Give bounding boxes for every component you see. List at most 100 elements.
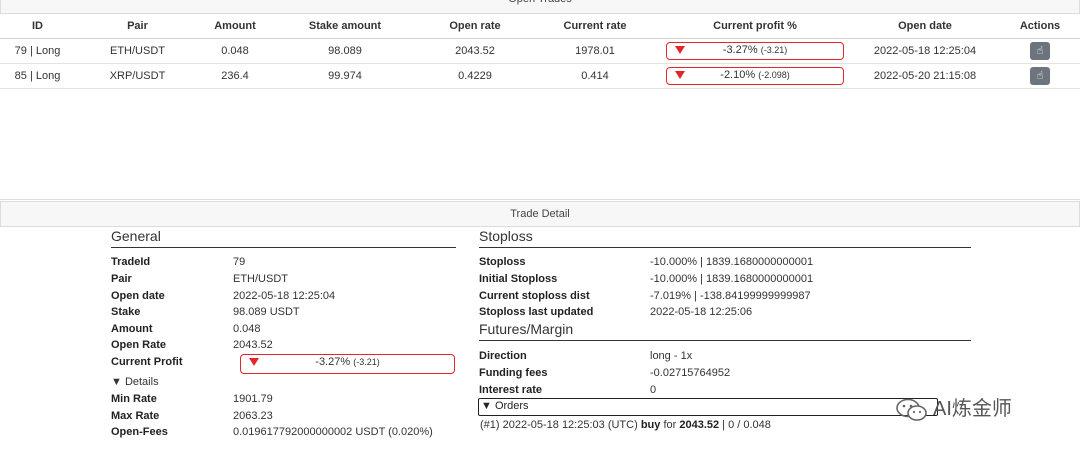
kv-key: Pair <box>111 273 132 285</box>
cell-actions: ☝ <box>1000 38 1080 64</box>
table-header-row: ID Pair Amount Stake amount Open rate Cu… <box>0 14 1080 39</box>
kv-key: Amount <box>111 323 153 335</box>
cell-amount: 236.4 <box>200 63 270 89</box>
cell-stake: 99.974 <box>270 63 420 89</box>
col-actions: Actions <box>1000 14 1080 39</box>
kv-key: Initial Stoploss <box>479 273 558 285</box>
cell-stake: 98.089 <box>270 38 420 64</box>
hand-pointer-icon: ☝ <box>1036 69 1044 82</box>
order-suffix: | 0 / 0.048 <box>722 419 771 431</box>
trade-detail-title: Trade Detail <box>510 208 570 220</box>
kv-value: -10.000% | 1839.1680000000001 <box>650 273 814 285</box>
open-trades-table: ID Pair Amount Stake amount Open rate Cu… <box>0 14 1080 89</box>
trade-detail-header: Trade Detail <box>0 201 1080 227</box>
cell-id: 79 | Long <box>0 38 75 64</box>
kv-value: -0.02715764952 <box>650 367 731 379</box>
kv-value: -10.000% | 1839.1680000000001 <box>650 256 814 268</box>
cell-id: 85 | Long <box>0 63 75 89</box>
watermark-text: AI炼金师 <box>933 398 1012 420</box>
kv-key: Max Rate <box>111 410 160 422</box>
table-row[interactable]: 79 | Long ETH/USDT 0.048 98.089 2043.52 … <box>0 38 1080 64</box>
kv-key: Current Profit <box>111 356 183 368</box>
open-trades-header: Open Trades <box>0 0 1080 14</box>
order-prefix: (#1) 2022-05-18 12:25:03 (UTC) <box>480 419 638 431</box>
col-id[interactable]: ID <box>0 14 75 39</box>
down-triangle-icon <box>249 358 259 366</box>
col-current-rate[interactable]: Current rate <box>530 14 660 39</box>
order-side: buy <box>640 419 661 431</box>
general-title: General <box>111 228 456 248</box>
kv-value: long - 1x <box>650 350 693 362</box>
actions-button[interactable]: ☝ <box>1030 41 1050 60</box>
cell-current-rate: 0.414 <box>530 63 660 89</box>
cell-profit: -3.27% (-3.21) <box>660 38 850 64</box>
kv-key: Stake <box>111 306 141 318</box>
cell-amount: 0.048 <box>200 38 270 64</box>
kv-value: 98.089 USDT <box>233 306 300 318</box>
profit-abs: (-3.21) <box>760 44 788 55</box>
col-open-date[interactable]: Open date <box>850 14 1000 39</box>
cell-profit: -2.10% (-2.098) <box>660 63 850 89</box>
table-row[interactable]: 85 | Long XRP/USDT 236.4 99.974 0.4229 0… <box>0 63 1080 89</box>
kv-value: 79 <box>233 256 246 268</box>
order-for: for <box>663 419 677 431</box>
kv-value: 2063.23 <box>233 410 273 422</box>
kv-key: Open Rate <box>111 339 167 351</box>
current-profit-abs: (-3.21) <box>353 357 380 367</box>
profit-pct: -2.10% <box>720 68 756 81</box>
futures-margin-title: Futures/Margin <box>479 321 971 341</box>
kv-value: 2043.52 <box>233 339 273 351</box>
kv-key: Stoploss <box>479 256 526 268</box>
current-profit-pct: -3.27% <box>315 356 351 368</box>
kv-key: TradeId <box>111 256 151 268</box>
kv-value: 1901.79 <box>233 393 273 405</box>
col-open-rate[interactable]: Open rate <box>420 14 530 39</box>
kv-key: Current stoploss dist <box>479 290 590 302</box>
kv-value: 0.048 <box>233 323 261 335</box>
watermark: AI炼金师 <box>895 392 1012 422</box>
col-amount[interactable]: Amount <box>200 14 270 39</box>
kv-key: Stoploss last updated <box>479 306 594 318</box>
kv-key: Direction <box>479 350 527 362</box>
kv-value: 0.019617792000000002 USDT (0.020%) <box>233 426 433 438</box>
kv-value: ETH/USDT <box>233 273 288 285</box>
kv-key: Min Rate <box>111 393 157 405</box>
trade-detail-panel: Trade Detail General TradeId 79 Pair ETH/U… <box>0 201 1080 457</box>
current-profit-badge: -3.27% (-3.21) <box>240 354 455 374</box>
down-triangle-icon <box>675 45 685 54</box>
wechat-icon <box>896 398 927 421</box>
order-price: 2043.52 <box>679 419 720 431</box>
details-toggle[interactable]: ▼ Details <box>111 376 159 388</box>
cell-open-date: 2022-05-20 21:15:08 <box>850 63 1000 89</box>
cell-actions: ☝ <box>1000 63 1080 89</box>
open-trades-panel: Open Trades ID Pair Amount Stake amount … <box>0 0 1080 200</box>
kv-value: 2022-05-18 12:25:06 <box>650 306 753 318</box>
actions-button[interactable]: ☝ <box>1030 66 1050 85</box>
kv-value: 2022-05-18 12:25:04 <box>233 290 336 302</box>
stoploss-title: Stoploss <box>479 228 971 248</box>
cell-pair: XRP/USDT <box>75 63 200 89</box>
col-current-profit[interactable]: Current profit % <box>660 14 850 39</box>
cell-open-rate: 0.4229 <box>420 63 530 89</box>
kv-key: Open-Fees <box>111 426 168 438</box>
kv-key: Interest rate <box>479 384 542 396</box>
kv-key: Funding fees <box>479 367 548 379</box>
orders-toggle[interactable]: ▼ Orders <box>478 398 938 416</box>
cell-open-rate: 2043.52 <box>420 38 530 64</box>
profit-pct: -3.27% <box>722 43 758 56</box>
order-line: (#1) 2022-05-18 12:25:03 (UTC) buy for 2… <box>480 419 771 431</box>
cell-pair: ETH/USDT <box>75 38 200 64</box>
profit-badge: -3.27% (-3.21) <box>666 41 844 60</box>
open-trades-title: Open Trades <box>508 0 572 9</box>
cell-open-date: 2022-05-18 12:25:04 <box>850 38 1000 64</box>
kv-value: 0 <box>650 384 657 396</box>
hand-pointer-icon: ☝ <box>1036 44 1044 57</box>
col-stake-amount[interactable]: Stake amount <box>270 14 420 39</box>
profit-badge: -2.10% (-2.098) <box>666 66 844 85</box>
kv-key: Open date <box>111 290 165 302</box>
kv-value: -7.019% | -138.84199999999987 <box>650 290 811 302</box>
profit-abs: (-2.098) <box>758 69 790 80</box>
col-pair[interactable]: Pair <box>75 14 200 39</box>
cell-current-rate: 1978.01 <box>530 38 660 64</box>
down-triangle-icon <box>675 70 685 79</box>
